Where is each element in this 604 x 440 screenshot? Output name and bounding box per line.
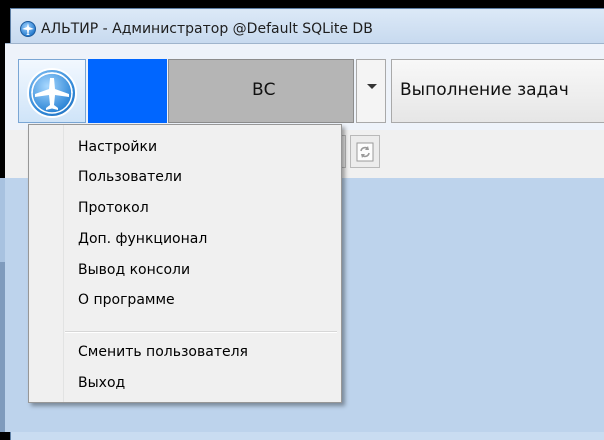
app-icon <box>20 21 36 37</box>
menu-separator <box>65 331 337 333</box>
tasks-label: Выполнение задач <box>400 80 569 100</box>
menu-item-protocol[interactable]: Протокол <box>29 193 341 223</box>
refresh-icon <box>356 142 374 162</box>
tasks-tab-button[interactable]: Выполнение задач <box>391 59 604 123</box>
menu-item-switch-user[interactable]: Сменить пользователя <box>29 337 341 367</box>
title-bar: АЛЬТИР - Администратор @Default SQLite D… <box>11 9 604 47</box>
airplane-globe-icon <box>27 68 77 118</box>
left-edge-lower <box>0 262 5 432</box>
menu-item-exit[interactable]: Выход <box>29 368 341 398</box>
menu-item-settings[interactable]: Настройки <box>29 132 341 162</box>
window-title: АЛЬТИР - Администратор @Default SQLite D… <box>41 21 373 37</box>
vs-dropdown-button[interactable] <box>356 59 386 123</box>
vs-label: ВС <box>252 80 276 100</box>
menu-item-about[interactable]: О программе <box>29 285 341 315</box>
menu-item-console-output[interactable]: Вывод консоли <box>29 255 341 285</box>
menu-item-extra-functions[interactable]: Доп. функционал <box>29 224 341 254</box>
refresh-button[interactable] <box>350 135 380 168</box>
main-menu-button[interactable] <box>18 59 86 123</box>
vs-button[interactable]: ВС <box>168 59 354 123</box>
main-dropdown-menu: Настройки Пользователи Протокол Доп. фун… <box>28 124 342 403</box>
menu-item-users[interactable]: Пользователи <box>29 162 341 192</box>
chevron-down-icon <box>367 84 377 89</box>
status-indicator <box>88 59 167 123</box>
